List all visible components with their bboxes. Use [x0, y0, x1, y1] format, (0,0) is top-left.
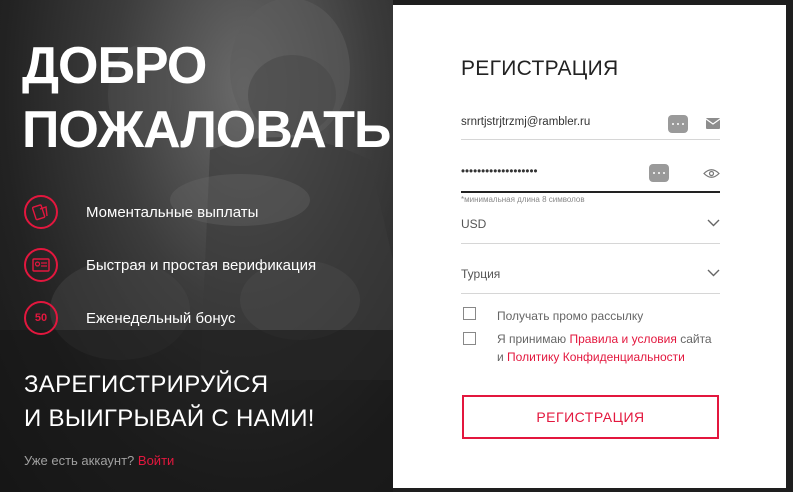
slogan: ЗАРЕГИСТРИРУЙСЯ И ВЫИГРЫВАЙ С НАМИ! [24, 368, 315, 436]
feature-item: Моментальные выплаты [24, 194, 316, 230]
currency-select[interactable]: USD [461, 213, 720, 244]
feature-text: Моментальные выплаты [86, 203, 259, 221]
coins-icon [24, 195, 58, 229]
email-field[interactable] [461, 116, 651, 128]
fifty-icon-text: 50 [34, 312, 48, 324]
welcome-title-line1: ДОБРО [22, 37, 207, 95]
feature-list: Моментальные выплаты Быстрая и простая в… [24, 194, 316, 353]
promo-panel: ДОБРО ПОЖАЛОВАТЬ! Моментальные выплаты Б… [0, 0, 393, 492]
promo-checkbox-row: Получать промо рассылку [463, 307, 643, 325]
account-prompt-text: Уже есть аккаунт? [24, 453, 135, 468]
envelope-icon [706, 118, 720, 129]
currency-value: USD [461, 217, 487, 231]
registration-panel: РЕГИСТРАЦИЯ *минимальная длина 8 символо… [393, 5, 786, 488]
chevron-down-icon [707, 269, 720, 277]
promo-checkbox[interactable] [463, 307, 476, 320]
terms-prefix: Я принимаю [497, 332, 567, 346]
terms-label: Я принимаю Правила и условия сайта и Пол… [497, 330, 712, 366]
fifty-percent-icon: 50 [24, 301, 58, 335]
login-link[interactable]: Войти [138, 453, 174, 468]
feature-text: Быстрая и простая верификация [86, 256, 317, 274]
registration-title: РЕГИСТРАЦИЯ [461, 57, 619, 80]
email-field-container [461, 113, 720, 140]
right-border [786, 0, 793, 492]
password-hint: *минимальная длина 8 символов [461, 195, 585, 204]
account-prompt: Уже есть аккаунт? Войти [24, 453, 174, 468]
password-field-container [461, 161, 720, 193]
password-field[interactable] [461, 166, 651, 178]
feature-text: Еженедельный бонус [86, 309, 236, 327]
slogan-line1: ЗАРЕГИСТРИРУЙСЯ [24, 371, 269, 398]
register-button[interactable]: РЕГИСТРАЦИЯ [462, 395, 719, 439]
welcome-title-line2: ПОЖАЛОВАТЬ! [22, 101, 393, 159]
terms-mid: сайта [680, 332, 712, 346]
privacy-link[interactable]: Политику Конфиденциальности [507, 350, 685, 364]
id-card-icon [24, 248, 58, 282]
welcome-title: ДОБРО ПОЖАЛОВАТЬ! [22, 34, 393, 162]
chevron-down-icon [707, 219, 720, 227]
password-manager-icon[interactable] [649, 164, 669, 182]
terms-checkbox[interactable] [463, 332, 476, 345]
feature-item: Быстрая и простая верификация [24, 247, 316, 283]
country-select[interactable]: Турция [461, 263, 720, 294]
terms-checkbox-row: Я принимаю Правила и условия сайта и Пол… [463, 330, 712, 366]
terms-link[interactable]: Правила и условия [569, 332, 676, 346]
password-manager-icon[interactable] [668, 115, 688, 133]
country-value: Турция [461, 267, 501, 281]
slogan-line2: И ВЫИГРЫВАЙ С НАМИ! [24, 405, 315, 432]
feature-item: 50 Еженедельный бонус [24, 300, 316, 336]
promo-checkbox-label: Получать промо рассылку [497, 309, 644, 323]
terms-and: и [497, 350, 504, 364]
eye-icon[interactable] [703, 168, 720, 179]
